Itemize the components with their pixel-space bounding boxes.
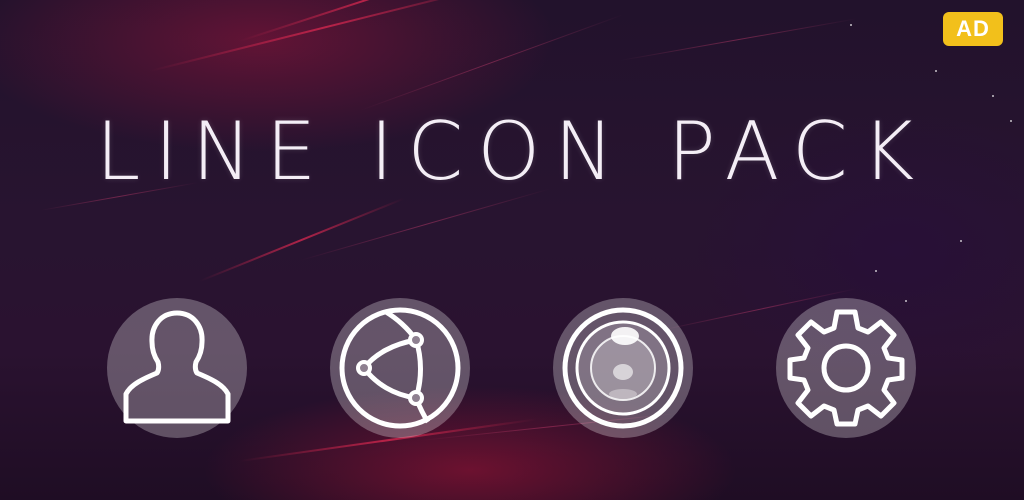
banner: AD LINE ICON PACK [0,0,1024,500]
user-icon [107,298,247,438]
page-title: LINE ICON PACK [95,105,929,198]
browser-globe-icon-glyph [339,307,461,429]
camera-icon-glyph [562,307,684,429]
user-icon-glyph [123,310,231,424]
browser-globe-icon [330,298,470,438]
settings-gear-icon-glyph [787,309,905,427]
settings-gear-icon [776,298,916,438]
ad-badge: AD [943,12,1003,46]
camera-icon [553,298,693,438]
